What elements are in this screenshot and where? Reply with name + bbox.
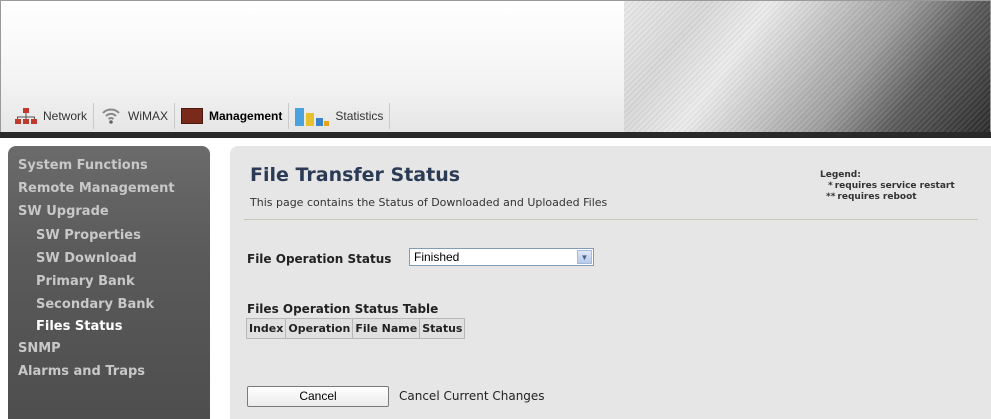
- sidebar-item-primary-bank[interactable]: Primary Bank: [36, 274, 135, 289]
- column-header-index: Index: [245, 318, 287, 339]
- chevron-down-icon[interactable]: ▼: [577, 250, 592, 264]
- title-divider: [244, 219, 978, 220]
- management-monitor-icon: [181, 108, 204, 124]
- sidebar-item-alarms-and-traps[interactable]: Alarms and Traps: [18, 364, 145, 379]
- statistics-bar-icon: [295, 106, 330, 126]
- tab-statistics-label: Statistics: [335, 109, 384, 123]
- header-divider-bar: [0, 132, 991, 138]
- legend-item-reboot: ** requires reboot: [820, 192, 955, 203]
- column-header-operation: Operation: [285, 318, 354, 339]
- sidebar-item-sw-download[interactable]: SW Download: [36, 251, 137, 266]
- page-description: This page contains the Status of Downloa…: [250, 196, 608, 209]
- file-operation-status-select[interactable]: Finished ▼: [409, 248, 594, 266]
- cancel-button[interactable]: Cancel: [247, 386, 389, 407]
- tab-management-label: Management: [209, 109, 283, 123]
- wimax-signal-icon: [100, 106, 122, 126]
- column-header-status: Status: [419, 318, 466, 339]
- tab-management[interactable]: Management: [175, 103, 290, 129]
- sidebar: System Functions Remote Management SW Up…: [8, 146, 210, 419]
- file-operation-status-label: File Operation Status: [247, 252, 392, 266]
- legend: Legend: * requires service restart ** re…: [820, 170, 955, 203]
- top-nav-tabs: Network WiMAX Management Statistics: [9, 103, 391, 129]
- legend-marker: **: [826, 192, 836, 202]
- tab-network-label: Network: [43, 109, 88, 123]
- legend-title: Legend:: [820, 170, 861, 180]
- table-header-row: Index Operation File Name Status: [245, 318, 466, 339]
- sidebar-item-sw-properties[interactable]: SW Properties: [36, 228, 141, 243]
- table-title: Files Operation Status Table: [247, 302, 439, 316]
- tab-wimax[interactable]: WiMAX: [94, 103, 176, 129]
- file-operation-status-value: Finished: [414, 250, 460, 264]
- main-content: File Transfer Status This page contains …: [230, 146, 991, 419]
- sidebar-item-snmp[interactable]: SNMP: [18, 341, 61, 356]
- header-banner-image: [624, 1, 990, 133]
- header: Network WiMAX Management Statistics: [0, 0, 991, 133]
- network-icon: [15, 107, 37, 125]
- tab-wimax-label: WiMAX: [128, 109, 169, 123]
- tab-statistics[interactable]: Statistics: [289, 103, 391, 129]
- tab-network[interactable]: Network: [9, 103, 95, 129]
- page-title: File Transfer Status: [250, 164, 461, 186]
- sidebar-item-secondary-bank[interactable]: Secondary Bank: [36, 297, 154, 312]
- sidebar-item-system-functions[interactable]: System Functions: [18, 158, 148, 173]
- sidebar-item-sw-upgrade[interactable]: SW Upgrade: [18, 204, 109, 219]
- legend-marker: *: [828, 181, 833, 191]
- column-header-file-name: File Name: [352, 318, 421, 339]
- legend-text: requires reboot: [837, 192, 917, 202]
- sidebar-item-remote-management[interactable]: Remote Management: [18, 181, 175, 196]
- legend-text: requires service restart: [834, 181, 955, 191]
- legend-item-service-restart: * requires service restart: [820, 181, 955, 192]
- files-operation-status-table: Index Operation File Name Status: [245, 318, 466, 339]
- cancel-description: Cancel Current Changes: [399, 389, 545, 403]
- sidebar-item-files-status[interactable]: Files Status: [36, 319, 122, 334]
